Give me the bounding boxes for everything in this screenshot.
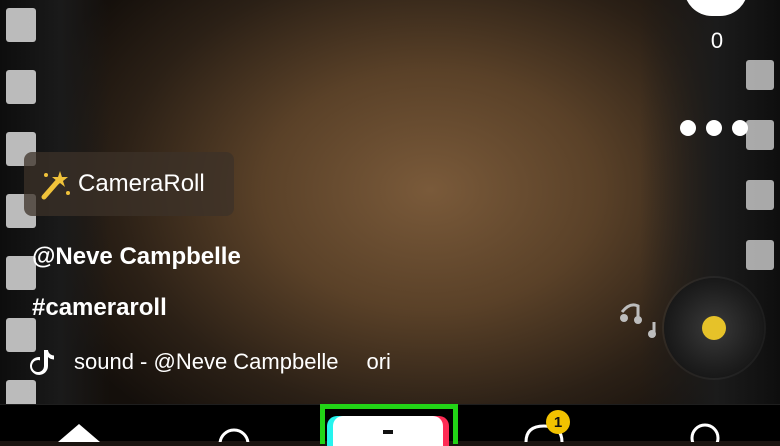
- more-dots-icon[interactable]: [680, 120, 748, 136]
- film-sprocket: [746, 120, 774, 150]
- create-button[interactable]: [333, 416, 443, 446]
- film-sprocket: [6, 70, 36, 104]
- tiktok-note-icon: [30, 350, 54, 375]
- home-icon[interactable]: [54, 422, 104, 442]
- dot: [732, 120, 748, 136]
- music-notes-icon: [620, 303, 656, 338]
- effect-chip[interactable]: CameraRoll: [24, 152, 234, 216]
- username-link[interactable]: @Neve Campbelle: [32, 243, 241, 271]
- comment-count: 0: [710, 28, 724, 53]
- profile-icon[interactable]: [682, 418, 728, 442]
- music-disc-icon[interactable]: [664, 278, 764, 378]
- film-sprocket: [6, 318, 36, 352]
- film-sprocket: [746, 240, 774, 270]
- dot: [680, 120, 696, 136]
- film-sprocket: [6, 8, 36, 42]
- film-sprocket: [746, 180, 774, 210]
- search-icon[interactable]: [214, 422, 254, 442]
- dot: [706, 120, 722, 136]
- create-plus-icon: [383, 430, 393, 434]
- film-sprocket: [746, 60, 774, 90]
- sound-text-scroll: ori: [366, 349, 391, 374]
- magic-wand-icon: [41, 171, 70, 200]
- sound-text: sound - @Neve Campbelle: [74, 349, 339, 374]
- disc-center: [702, 316, 726, 340]
- inbox-badge: 1: [546, 410, 570, 434]
- sound-row[interactable]: sound - @Neve Campbelle ori: [30, 348, 391, 376]
- hashtag-link[interactable]: #cameraroll: [32, 294, 167, 322]
- effect-label: CameraRoll: [78, 170, 205, 197]
